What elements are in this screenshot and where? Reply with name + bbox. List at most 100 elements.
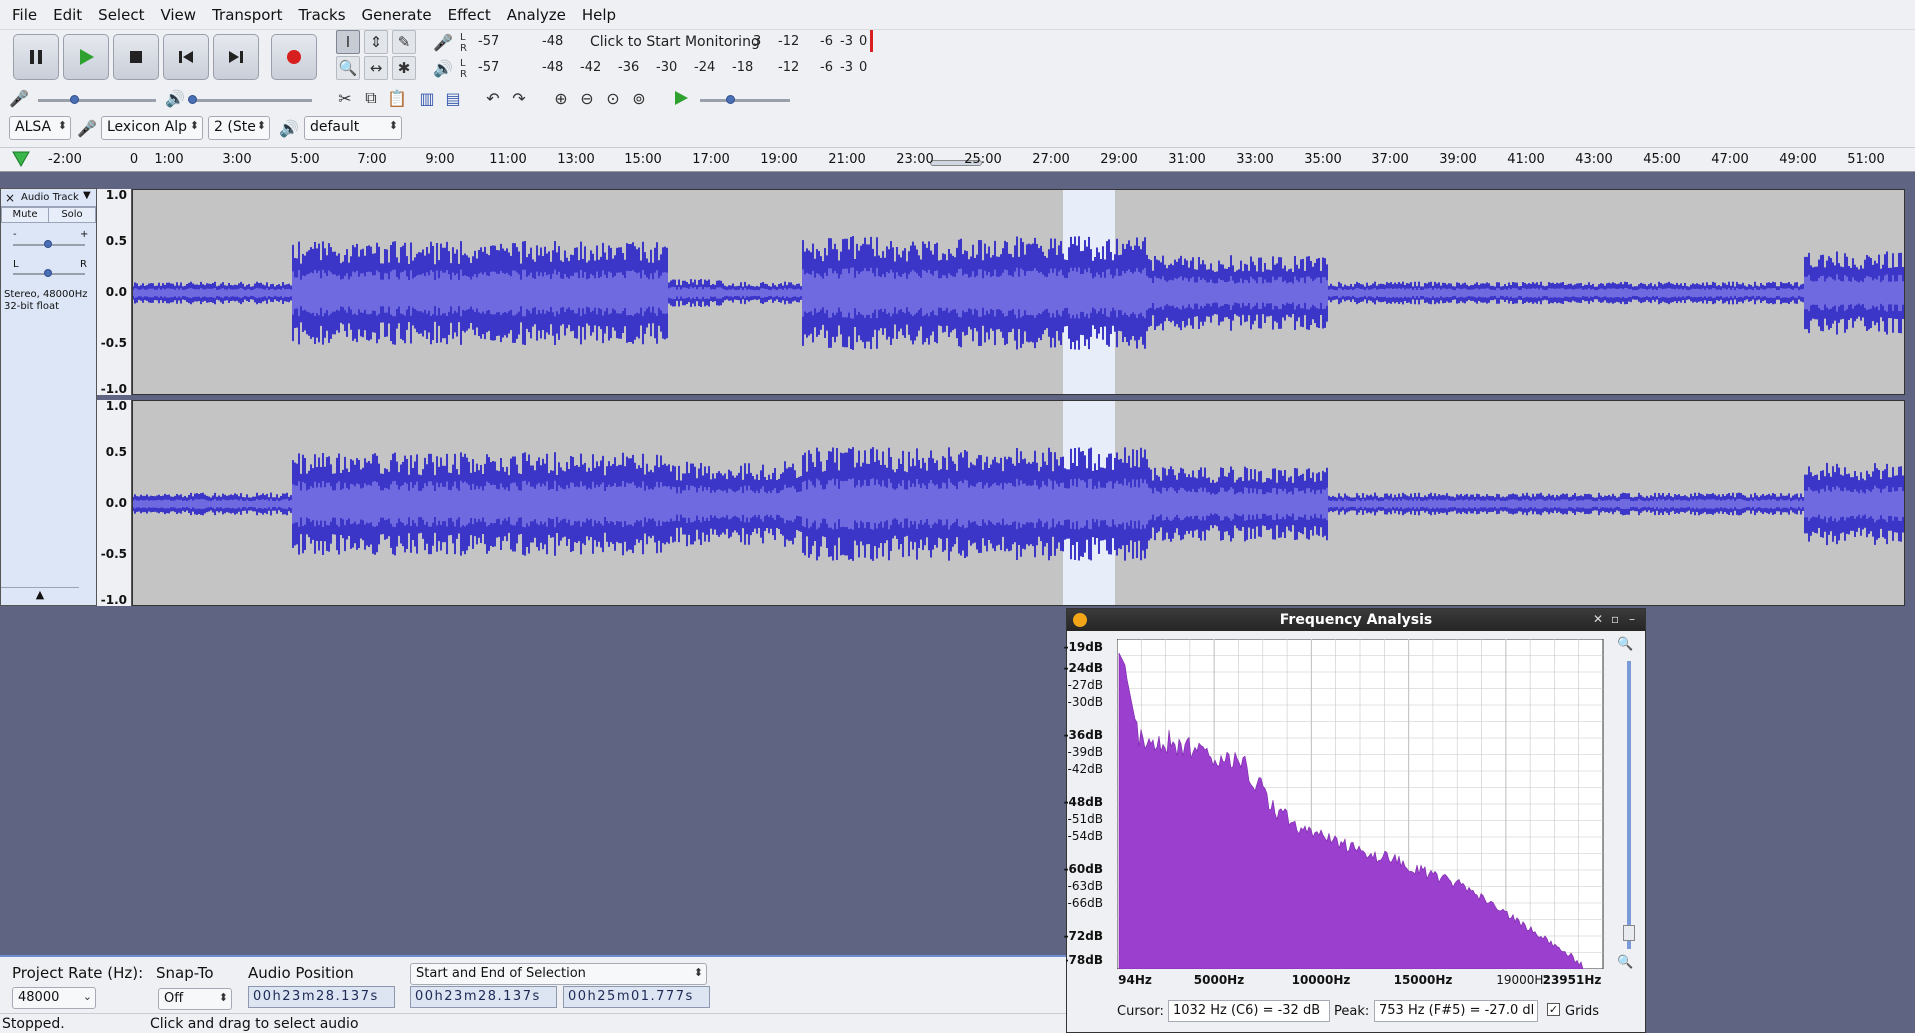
collapse-track-button[interactable]: ▲ xyxy=(1,587,79,605)
pan-slider-thumb[interactable] xyxy=(44,269,52,277)
amplitude-tick: 0.0 xyxy=(105,496,127,510)
recording-volume-slider[interactable] xyxy=(38,99,156,102)
menu-view[interactable]: View xyxy=(152,6,204,24)
recording-channels-select[interactable]: 2 (Ste ⬍ xyxy=(208,116,270,140)
menu-effect[interactable]: Effect xyxy=(440,6,499,24)
play-speed-thumb[interactable] xyxy=(726,95,735,104)
selection-toolbar: Project Rate (Hz): 48000 ⌄ Snap-To Off ⬍ A… xyxy=(0,955,1066,1013)
multi-tool[interactable]: ✱ xyxy=(392,56,416,80)
silence-button[interactable]: ▤ xyxy=(440,86,466,110)
dropdown-arrow-icon[interactable]: ▼ xyxy=(83,190,91,201)
skip-to-start-button[interactable] xyxy=(163,34,209,80)
menu-select[interactable]: Select xyxy=(90,6,152,24)
play-button[interactable] xyxy=(63,34,109,80)
audio-position-field[interactable]: 00h23m28.137s xyxy=(248,986,395,1008)
minimize-icon[interactable]: – xyxy=(1629,612,1635,626)
waveform-right-channel[interactable] xyxy=(132,400,1905,606)
time-shift-tool[interactable]: ↔ xyxy=(364,56,388,80)
record-meter-icon[interactable]: 🎤 xyxy=(430,30,456,54)
ruler-label: 25:00 xyxy=(964,152,1002,167)
snap-to-select[interactable]: Off ⬍ xyxy=(158,988,232,1010)
spectrum-x-label: 94Hz xyxy=(1118,973,1152,987)
mute-button[interactable]: Mute xyxy=(1,207,49,223)
track-info: Stereo, 48000Hz 32-bit float xyxy=(4,289,88,313)
playback-volume-slider[interactable] xyxy=(192,99,312,102)
fit-selection-icon: ⊙ xyxy=(606,88,620,108)
fit-selection-button[interactable]: ⊙ xyxy=(600,86,626,110)
waveform-right-graphic xyxy=(133,447,1904,561)
click-to-start-monitoring[interactable]: Click to Start Monitoring xyxy=(590,34,760,50)
selection-start-field[interactable]: 00h23m28.137s xyxy=(410,986,557,1008)
menu-file[interactable]: File xyxy=(4,6,45,24)
menu-generate[interactable]: Generate xyxy=(354,6,440,24)
recording-device-select[interactable]: Lexicon Alp ⬍ xyxy=(101,116,203,140)
play-speed-slider[interactable] xyxy=(700,99,790,102)
meter-lr-labels: LR xyxy=(460,58,467,80)
zoom-slider-thumb[interactable] xyxy=(1623,925,1635,941)
pause-button[interactable] xyxy=(13,34,59,80)
zoom-tool[interactable]: 🔍 xyxy=(336,56,360,80)
spectrum-y-label: -54dB xyxy=(1067,829,1103,843)
solo-button[interactable]: Solo xyxy=(48,207,96,223)
undo-button[interactable]: ↶ xyxy=(480,86,506,110)
window-title: Frequency Analysis xyxy=(1067,609,1645,631)
amplitude-ruler-left: 1.0 0.5 0.0 -0.5 -1.0 xyxy=(97,188,132,396)
spectrum-plot[interactable] xyxy=(1117,639,1670,969)
copy-button[interactable]: ⧉ xyxy=(358,86,384,110)
record-button[interactable] xyxy=(271,34,317,80)
stop-button[interactable] xyxy=(113,34,159,80)
recording-volume-thumb[interactable] xyxy=(70,95,79,104)
spectrum-x-label: 5000Hz xyxy=(1193,973,1245,987)
menu-analyze[interactable]: Analyze xyxy=(499,6,574,24)
draw-tool[interactable]: ✎ xyxy=(392,30,416,54)
meter-tick: -6 xyxy=(820,34,833,49)
grids-checkbox[interactable]: ✓ xyxy=(1547,1003,1560,1016)
menu-edit[interactable]: Edit xyxy=(45,6,90,24)
menu-tracks[interactable]: Tracks xyxy=(290,6,353,24)
dropdown-arrow-icon: ⌄ xyxy=(82,990,92,1003)
zoom-in-button[interactable]: ⊕ xyxy=(548,86,574,110)
zoom-in-icon[interactable]: 🔍 xyxy=(1617,637,1633,652)
spectrum-y-label: -63dB xyxy=(1067,879,1103,893)
cut-button[interactable]: ✂ xyxy=(332,86,358,110)
close-icon[interactable]: ✕ xyxy=(1593,612,1603,626)
selection-end-field[interactable]: 00h25m01.777s xyxy=(563,986,710,1008)
play-icon xyxy=(675,91,688,105)
close-track-button[interactable]: × xyxy=(5,191,15,205)
gain-slider-thumb[interactable] xyxy=(44,240,52,248)
play-icon xyxy=(80,49,94,65)
play-at-speed-button[interactable] xyxy=(668,86,694,110)
trim-button[interactable]: ▥ xyxy=(414,86,440,110)
waveform-left-channel[interactable] xyxy=(132,189,1905,395)
zoom-out-button[interactable]: ⊖ xyxy=(574,86,600,110)
paste-button[interactable]: 📋 xyxy=(384,86,410,110)
project-rate-select[interactable]: 48000 ⌄ xyxy=(12,987,96,1009)
record-meter[interactable]: -57 -48 Click to Start Monitoring 3 -12 … xyxy=(470,30,876,54)
zoom-slider[interactable] xyxy=(1627,661,1631,949)
playback-meter[interactable]: -57 -48 -42 -36 -30 -24 -18 -12 -6 -3 0 xyxy=(470,56,876,80)
ruler-label: 27:00 xyxy=(1032,152,1070,167)
redo-button[interactable]: ↷ xyxy=(506,86,532,110)
skip-to-end-icon xyxy=(229,51,243,63)
envelope-tool[interactable]: ⇕ xyxy=(364,30,388,54)
playback-device-select[interactable]: default ⬍ xyxy=(304,116,402,140)
maximize-icon[interactable]: ▫ xyxy=(1611,612,1619,626)
menu-help[interactable]: Help xyxy=(574,6,624,24)
skip-to-end-button[interactable] xyxy=(213,34,259,80)
menu-transport[interactable]: Transport xyxy=(204,6,290,24)
fit-project-button[interactable]: ⊚ xyxy=(626,86,652,110)
selection-tool[interactable]: I xyxy=(336,30,360,54)
timeline-ruler[interactable]: -2:00 0 1:00 3:00 5:00 7:00 9:00 11:00 13:00 15:0… xyxy=(0,148,1915,172)
track-control-panel: × Audio Track ▼ Mute Solo - + L R Stereo… xyxy=(0,188,97,606)
playback-volume-thumb[interactable] xyxy=(188,95,197,104)
zoom-out-icon[interactable]: 🔍 xyxy=(1617,955,1633,970)
audio-host-select[interactable]: ALSA ⬍ xyxy=(9,116,71,140)
playback-meter-icon[interactable]: 🔊 xyxy=(430,56,456,80)
paste-icon: 📋 xyxy=(387,88,407,108)
ruler-label: 13:00 xyxy=(557,152,595,167)
amplitude-tick: -1.0 xyxy=(100,593,127,607)
track-name-menu[interactable]: Audio Track xyxy=(21,192,79,203)
mic-volume-icon: 🎤 xyxy=(9,88,29,108)
play-head-icon[interactable] xyxy=(12,151,30,167)
selection-mode-select[interactable]: Start and End of Selection ⬍ xyxy=(410,963,707,985)
